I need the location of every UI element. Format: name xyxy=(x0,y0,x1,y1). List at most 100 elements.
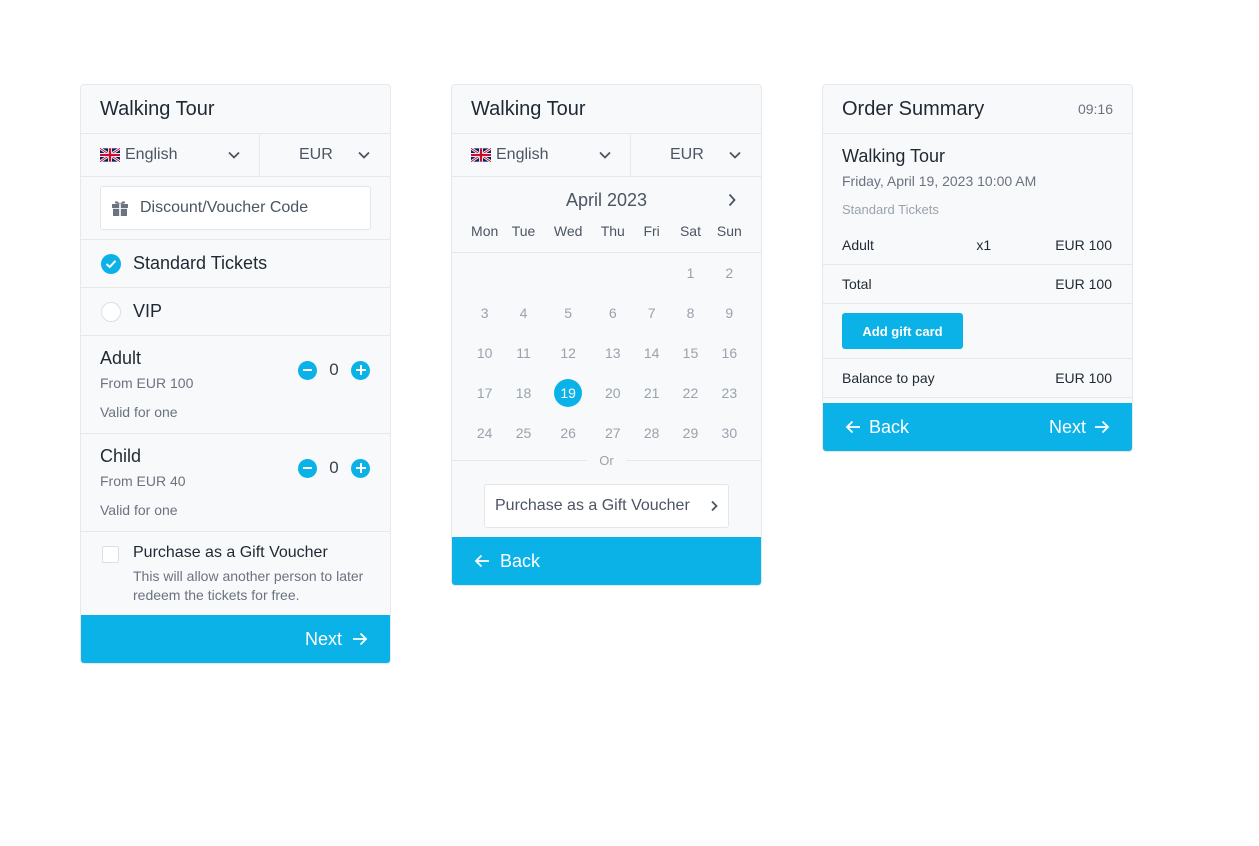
calendar-empty-cell xyxy=(632,253,671,293)
voucher-section: Discount/Voucher Code xyxy=(81,177,390,240)
calendar-day-label: 4 xyxy=(519,305,528,321)
calendar-day[interactable]: 9 xyxy=(710,293,749,333)
plus-icon xyxy=(355,463,366,473)
order-summary-panel: Order Summary 09:16 Walking Tour Friday,… xyxy=(822,84,1133,452)
currency-label: EUR xyxy=(299,146,333,163)
plus-button[interactable] xyxy=(351,360,370,380)
calendar-day-label: 18 xyxy=(515,385,532,401)
calendar-day[interactable]: 7 xyxy=(632,293,671,333)
language-label: English xyxy=(125,146,178,163)
calendar-day[interactable]: 21 xyxy=(632,373,671,413)
gift-voucher-label: Purchase as a Gift Voucher xyxy=(495,497,690,514)
calendar-week: 17 18 19 20 21 22 23 xyxy=(465,373,749,413)
weekday-label: Tue xyxy=(511,223,536,239)
calendar-day-label: 7 xyxy=(647,305,656,321)
calendar-day[interactable]: 29 xyxy=(671,413,709,453)
calendar-day[interactable]: 10 xyxy=(465,333,504,373)
currency-select[interactable]: EUR xyxy=(631,134,761,176)
weekday-label: Mon xyxy=(471,223,499,239)
language-select[interactable]: English xyxy=(452,134,631,176)
voucher-code-input[interactable]: Discount/Voucher Code xyxy=(100,186,371,230)
calendar-day[interactable]: 4 xyxy=(504,293,542,333)
calendar-day[interactable]: 22 xyxy=(671,373,709,413)
back-button[interactable]: Back xyxy=(474,551,540,572)
language-select[interactable]: English xyxy=(81,134,260,176)
minus-button[interactable] xyxy=(298,360,317,380)
minus-icon xyxy=(303,369,312,371)
footer-bar: Next xyxy=(81,615,390,663)
chevron-down-icon xyxy=(599,151,611,159)
back-label: Back xyxy=(869,416,910,437)
calendar-day-label: 2 xyxy=(725,265,734,281)
calendar-day[interactable]: 16 xyxy=(710,333,749,373)
calendar-week: 3 4 5 6 7 8 9 xyxy=(465,293,749,333)
ticket-type-standard[interactable]: Standard Tickets xyxy=(81,240,390,288)
calendar-day-selected[interactable]: 19 xyxy=(543,373,594,413)
next-button[interactable]: Next xyxy=(1049,417,1110,438)
chevron-right-icon[interactable] xyxy=(727,193,737,207)
next-label: Next xyxy=(1048,416,1086,437)
calendar-day-label: 10 xyxy=(476,345,493,361)
calendar-day-label: 6 xyxy=(608,305,617,321)
calendar-day[interactable]: 12 xyxy=(543,333,594,373)
booking-details: Walking Tour Friday, April 19, 2023 10:0… xyxy=(823,134,1132,226)
calendar-day[interactable]: 20 xyxy=(594,373,632,413)
calendar-day-label: 13 xyxy=(604,345,621,361)
calendar-week: 10 11 12 13 14 15 16 xyxy=(465,333,749,373)
calendar-day[interactable]: 14 xyxy=(632,333,671,373)
calendar-day[interactable]: 28 xyxy=(632,413,671,453)
calendar-day[interactable]: 2 xyxy=(710,253,749,293)
calendar-day[interactable]: 8 xyxy=(671,293,709,333)
ticket-type-label: VIP xyxy=(133,301,163,321)
or-label: Or xyxy=(599,452,614,468)
add-gift-card-button[interactable]: Add gift card xyxy=(842,313,963,349)
calendar-day[interactable]: 3 xyxy=(465,293,504,333)
page-title: Order Summary xyxy=(842,97,985,120)
calendar-day[interactable]: 24 xyxy=(465,413,504,453)
ticket-validity: Valid for one xyxy=(100,404,178,420)
divider-line xyxy=(625,459,761,461)
gift-voucher-button[interactable]: Purchase as a Gift Voucher xyxy=(484,484,729,528)
arrow-right-icon xyxy=(353,632,368,646)
calendar-day[interactable]: 26 xyxy=(543,413,594,453)
next-button[interactable]: Next xyxy=(305,629,368,650)
radio-unchecked-icon xyxy=(101,301,121,322)
calendar-day[interactable]: 5 xyxy=(543,293,594,333)
calendar-day[interactable]: 15 xyxy=(671,333,709,373)
calendar-day[interactable]: 1 xyxy=(671,253,709,293)
page-title: Walking Tour xyxy=(471,97,586,120)
calendar-day-label: 30 xyxy=(721,425,738,441)
locale-bar: English EUR xyxy=(81,134,390,177)
calendar-day[interactable]: 6 xyxy=(594,293,632,333)
calendar-day-label: 23 xyxy=(721,385,738,401)
ticket-type-vip[interactable]: VIP xyxy=(81,288,390,336)
calendar-day[interactable]: 18 xyxy=(504,373,542,413)
calendar-day[interactable]: 27 xyxy=(594,413,632,453)
total-label: Total xyxy=(842,276,872,292)
calendar-day[interactable]: 17 xyxy=(465,373,504,413)
locale-bar: English EUR xyxy=(452,134,761,177)
calendar-day-label xyxy=(599,259,627,287)
calendar-day-label xyxy=(471,259,499,287)
back-button[interactable]: Back xyxy=(845,417,909,438)
calendar-day-label: 25 xyxy=(515,425,532,441)
calendar-day[interactable]: 11 xyxy=(504,333,542,373)
gift-voucher-checkbox[interactable] xyxy=(102,546,119,563)
arrow-right-icon xyxy=(1095,420,1110,434)
calendar-day[interactable]: 30 xyxy=(710,413,749,453)
calendar-grid: 1 2 3 4 5 6 7 8 9 10 11 12 13 14 15 16 17 18 19 20 21 22 23 24 2… xyxy=(452,253,761,462)
calendar-day[interactable]: 23 xyxy=(710,373,749,413)
panel-header: Walking Tour xyxy=(81,85,390,134)
calendar-day-label: 16 xyxy=(721,345,738,361)
calendar-day-label: 20 xyxy=(604,385,621,401)
gift-voucher-option: Purchase as a Gift Voucher This will all… xyxy=(81,532,390,616)
calendar-day-label: 27 xyxy=(604,425,621,441)
calendar-day-label xyxy=(638,259,666,287)
calendar-day[interactable]: 13 xyxy=(594,333,632,373)
currency-select[interactable]: EUR xyxy=(260,134,390,176)
calendar-day-label: 3 xyxy=(480,305,489,321)
voucher-placeholder: Discount/Voucher Code xyxy=(140,199,309,216)
minus-button[interactable] xyxy=(298,458,317,478)
calendar-day[interactable]: 25 xyxy=(504,413,542,453)
plus-button[interactable] xyxy=(351,458,370,478)
